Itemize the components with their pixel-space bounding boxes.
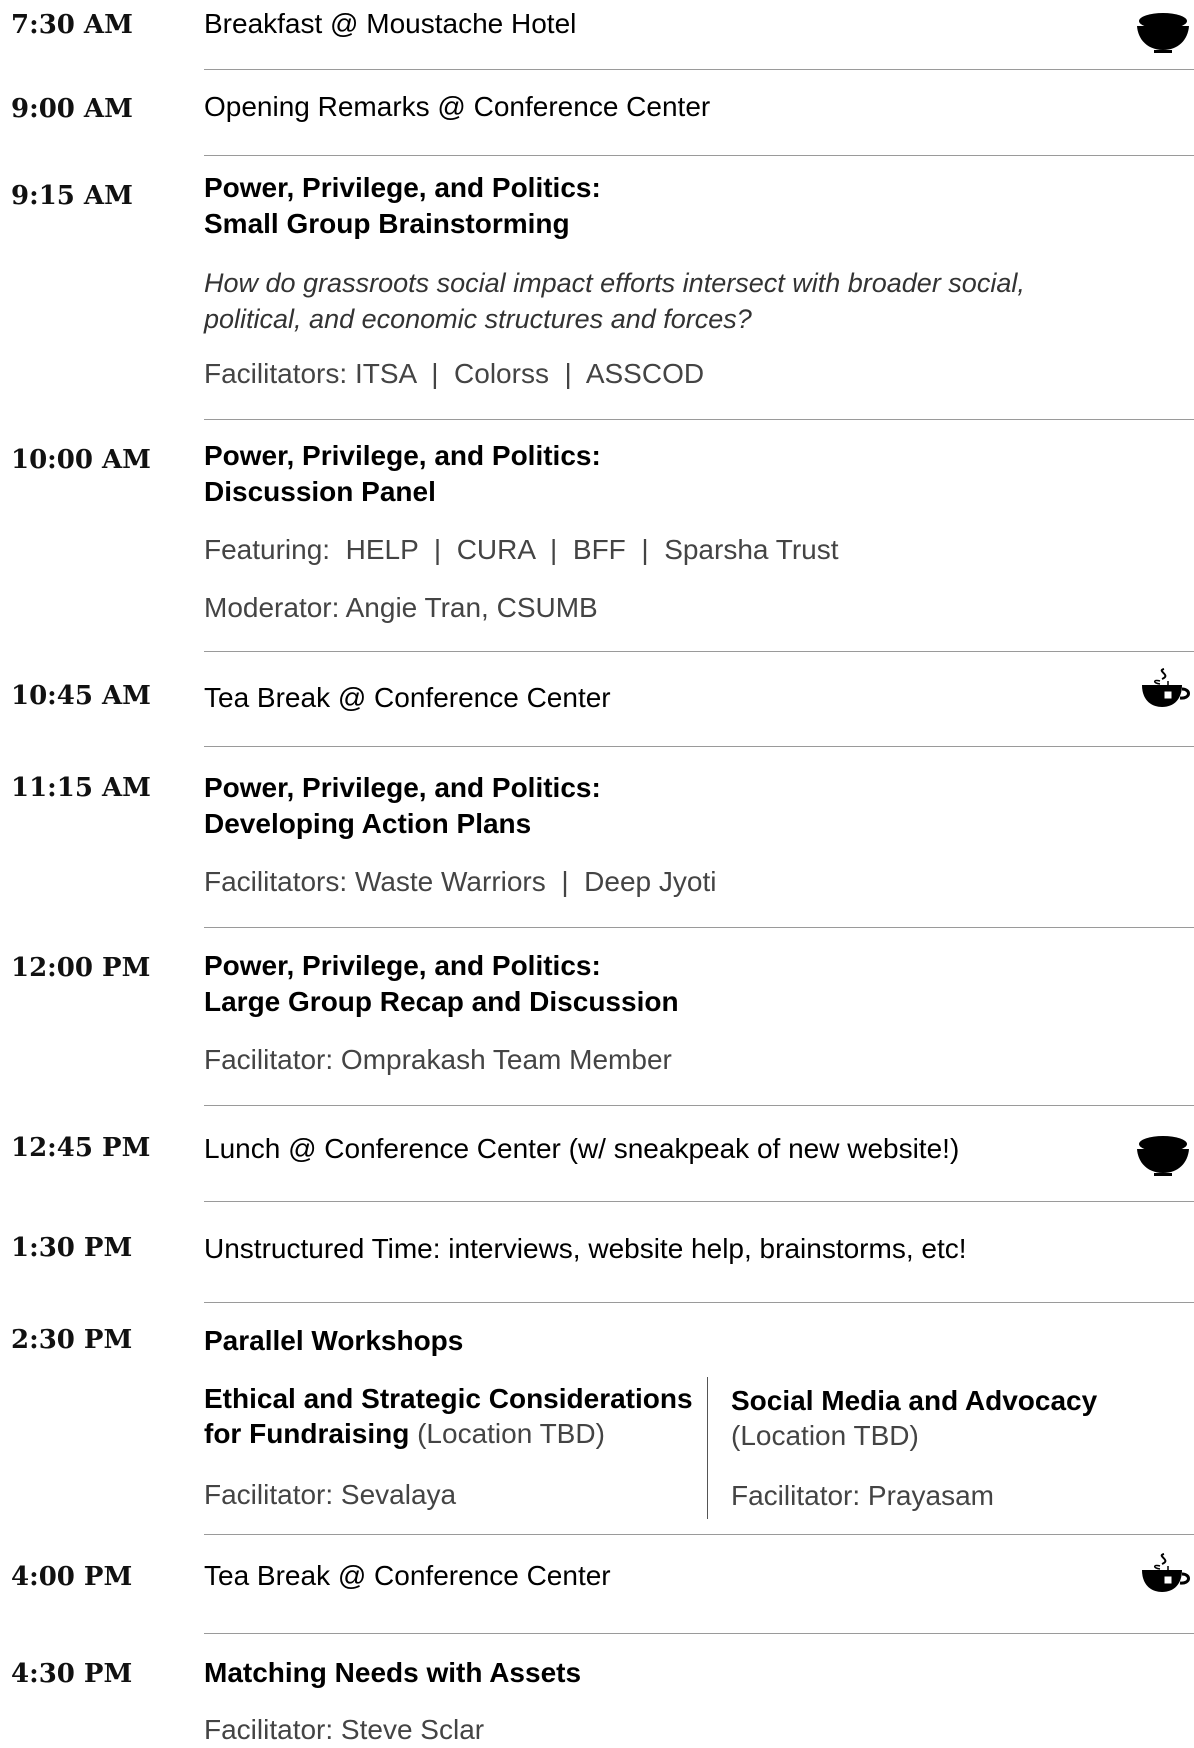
tea-cup-icon (1142, 668, 1190, 707)
session-lunch-title: Lunch @ Conference Center (w/ sneakpeak … (204, 1133, 960, 1164)
session-breakfast-title: Breakfast @ Moustache Hotel (204, 8, 577, 39)
divider (204, 927, 1194, 928)
divider (204, 69, 1194, 70)
session-recap-title-1: Power, Privilege, and Politics: (204, 950, 601, 981)
divider (204, 746, 1194, 747)
session-brainstorm-title-2: Small Group Brainstorming (204, 208, 570, 239)
workshop-social-media-facilitator: Facilitator: Prayasam (731, 1480, 994, 1511)
session-recap-title-2: Large Group Recap and Discussion (204, 986, 679, 1017)
time-400: 4:00 PM (11, 1562, 133, 1592)
workshop-social-media-location: (Location TBD) (731, 1420, 919, 1451)
session-panel-title-1: Power, Privilege, and Politics: (204, 440, 601, 471)
time-900: 9:00 AM (11, 94, 133, 124)
session-brainstorm-question-1: How do grassroots social impact efforts … (204, 268, 1025, 298)
column-divider (707, 1377, 708, 1519)
divider (204, 1302, 1194, 1303)
time-1115: 11:15 AM (11, 773, 151, 803)
session-recap-facilitator: Facilitator: Omprakash Team Member (204, 1044, 672, 1075)
time-1000: 10:00 AM (11, 445, 151, 475)
session-panel-title-2: Discussion Panel (204, 476, 436, 507)
time-230: 2:30 PM (11, 1325, 133, 1355)
time-915: 9:15 AM (11, 181, 133, 211)
session-brainstorm-title-1: Power, Privilege, and Politics: (204, 172, 601, 203)
session-unstructured-title: Unstructured Time: interviews, website h… (204, 1233, 967, 1264)
session-panel-moderator: Moderator: Angie Tran, CSUMB (204, 592, 598, 623)
session-brainstorm-facilitators: Facilitators: ITSA | Colorss | ASSCOD (204, 358, 705, 389)
session-action-title-2: Developing Action Plans (204, 808, 532, 839)
time-1200: 12:00 PM (11, 953, 151, 983)
divider (204, 419, 1194, 420)
session-tea-1-title: Tea Break @ Conference Center (204, 682, 611, 713)
divider (204, 1105, 1194, 1106)
time-130: 1:30 PM (11, 1233, 133, 1263)
session-brainstorm-question-2: political, and economic structures and f… (204, 304, 752, 334)
workshop-fundraising-facilitator: Facilitator: Sevalaya (204, 1479, 457, 1510)
session-tea-2-title: Tea Break @ Conference Center (204, 1560, 611, 1591)
session-matching-title: Matching Needs with Assets (204, 1657, 582, 1688)
workshop-fundraising-title-1: Ethical and Strategic Considerations (204, 1383, 693, 1414)
workshop-social-media-title: Social Media and Advocacy (731, 1385, 1098, 1416)
rice-bowl-icon (1137, 13, 1189, 53)
session-action-title-1: Power, Privilege, and Politics: (204, 772, 601, 803)
time-1245: 12:45 PM (11, 1133, 151, 1163)
tea-cup-icon (1142, 1553, 1190, 1592)
time-730: 7:30 AM (11, 10, 133, 40)
divider (204, 1201, 1194, 1202)
divider (204, 1633, 1194, 1634)
time-430: 4:30 PM (11, 1659, 133, 1689)
divider (204, 651, 1194, 652)
divider (204, 155, 1194, 156)
time-1045: 10:45 AM (11, 681, 151, 711)
session-workshops-title: Parallel Workshops (204, 1325, 464, 1356)
session-action-facilitators: Facilitators: Waste Warriors | Deep Jyot… (204, 866, 717, 897)
session-panel-featuring: Featuring: HELP | CURA | BFF | Sparsha T… (204, 534, 839, 565)
workshop-fundraising-title-2: for Fundraising (Location TBD) (204, 1418, 605, 1449)
session-opening-title: Opening Remarks @ Conference Center (204, 91, 711, 122)
divider (204, 1534, 1194, 1535)
rice-bowl-icon (1137, 1136, 1189, 1176)
